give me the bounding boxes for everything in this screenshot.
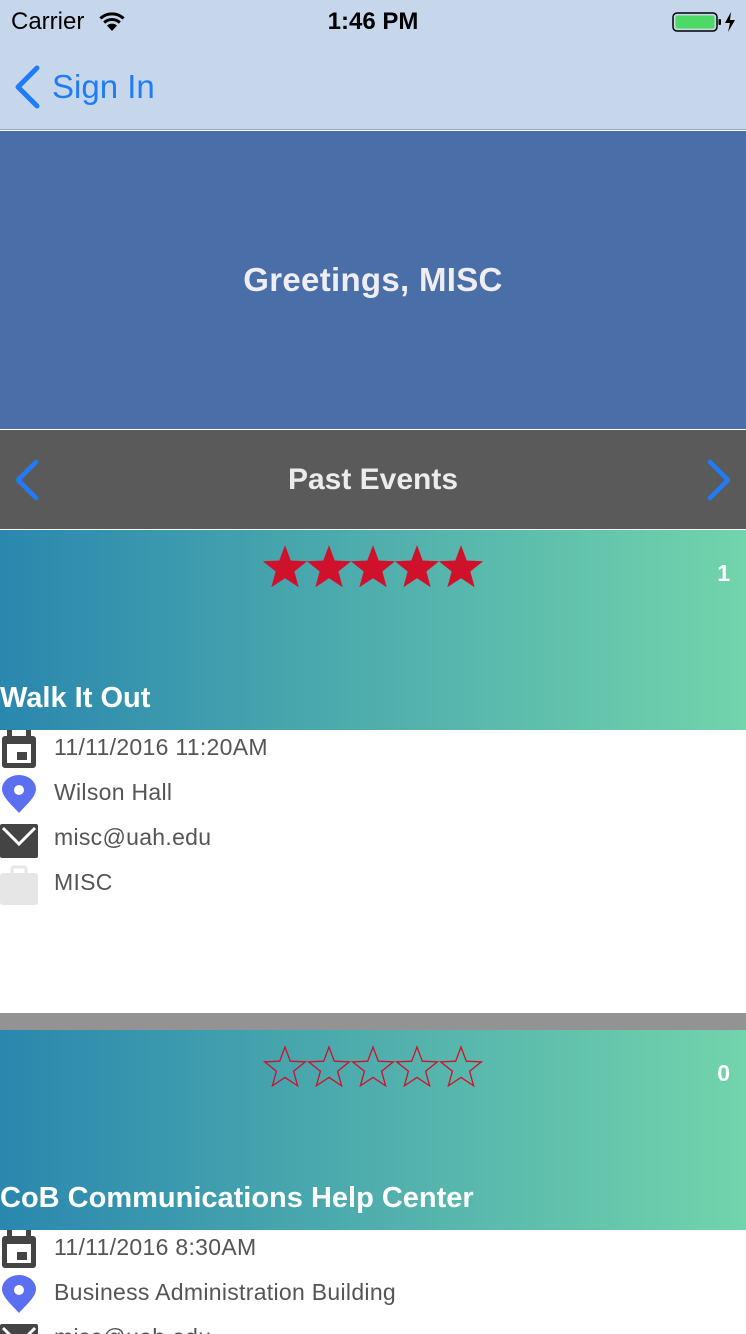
event-title: CoB Communications Help Center [0, 1182, 474, 1214]
chevron-left-icon [15, 65, 40, 109]
event-location-row: Business Administration Building [0, 1275, 746, 1315]
greeting-text: Greetings, MISC [243, 261, 503, 298]
event-datetime-row: 11/11/2016 11:20AM [0, 730, 746, 770]
star-outline-icon[interactable] [263, 1044, 307, 1090]
back-button-label: Sign In [52, 68, 155, 105]
event-card[interactable]: 0 CoB Communications Help Center 11/11/2… [0, 1030, 746, 1334]
event-datetime: 11/11/2016 8:30AM [54, 1234, 257, 1260]
event-email-row: misc@uah.edu [0, 1320, 746, 1334]
star-filled-icon[interactable] [439, 544, 483, 590]
location-pin-icon [2, 775, 36, 813]
event-datetime-row: 11/11/2016 8:30AM [0, 1230, 746, 1270]
event-location: Business Administration Building [54, 1279, 396, 1305]
event-datetime: 11/11/2016 11:20AM [54, 734, 268, 760]
star-filled-icon[interactable] [395, 544, 439, 590]
event-title: Walk It Out [0, 682, 151, 714]
star-outline-icon[interactable] [351, 1044, 395, 1090]
star-filled-icon[interactable] [351, 544, 395, 590]
back-button[interactable]: Sign In [12, 62, 155, 112]
event-email-row: misc@uah.edu [0, 820, 746, 860]
event-organization-row: MISC [0, 865, 746, 905]
rating-stars[interactable] [263, 1044, 483, 1090]
star-outline-icon[interactable] [307, 1044, 351, 1090]
email-icon [0, 1324, 38, 1334]
section-header: Past Events [0, 430, 746, 529]
event-banner: 0 CoB Communications Help Center [0, 1030, 746, 1230]
rating-count: 0 [717, 1060, 730, 1086]
next-section-button[interactable] [704, 458, 734, 502]
briefcase-icon [0, 865, 38, 905]
location-pin-icon [2, 1275, 36, 1313]
event-banner: 1 Walk It Out [0, 530, 746, 730]
rating-stars[interactable] [263, 544, 483, 590]
rating-count: 1 [717, 560, 730, 586]
event-location-row: Wilson Hall [0, 775, 746, 815]
email-icon [0, 824, 38, 858]
calendar-icon [2, 730, 36, 768]
navigation-bar: Carrier 1:46 PM Sign In [0, 0, 746, 130]
calendar-icon [2, 1230, 36, 1268]
greeting-banner: Greetings, MISC [0, 131, 746, 429]
section-title: Past Events [287, 463, 459, 496]
star-outline-icon[interactable] [395, 1044, 439, 1090]
star-filled-icon[interactable] [263, 544, 307, 590]
event-email: misc@uah.edu [54, 1324, 211, 1334]
event-location: Wilson Hall [54, 779, 173, 805]
card-divider [0, 1013, 746, 1030]
event-email: misc@uah.edu [54, 824, 212, 850]
battery-icon [672, 12, 735, 32]
status-time: 1:46 PM [327, 8, 419, 35]
event-organization: MISC [54, 869, 113, 895]
star-outline-icon[interactable] [439, 1044, 483, 1090]
star-filled-icon[interactable] [307, 544, 351, 590]
event-card[interactable]: 1 Walk It Out 11/11/2016 11:20AM Wilson … [0, 530, 746, 1013]
